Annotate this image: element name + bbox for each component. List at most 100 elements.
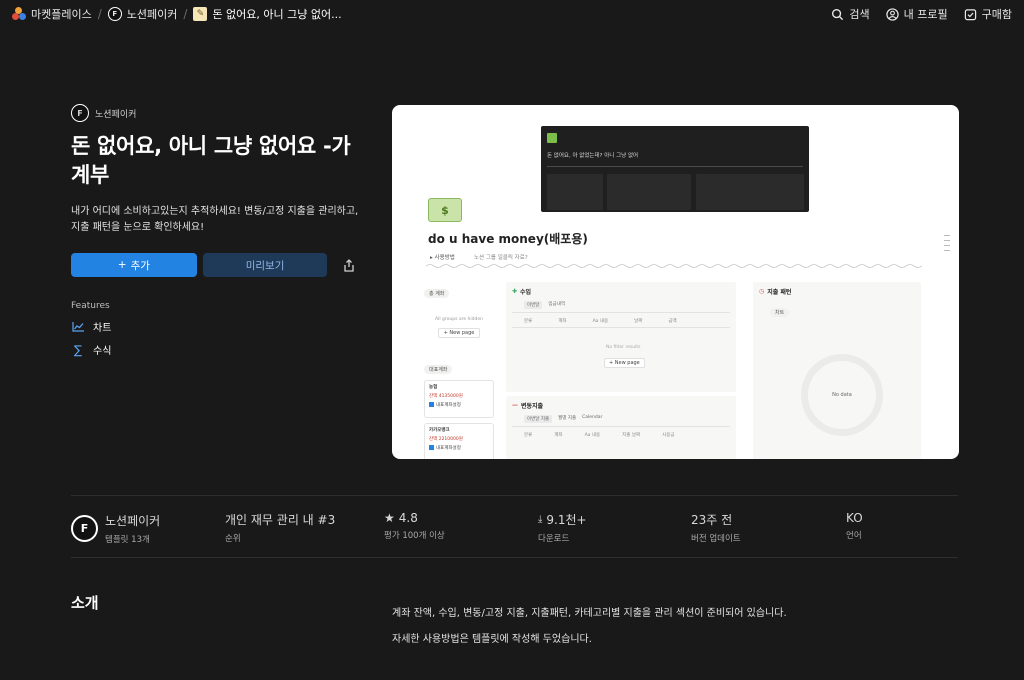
preview-no-filter: No filter results (606, 345, 641, 350)
top-nav: 마켓플레이스 / F 노션페이커 / ✎ 돈 없어요, 아니 그냥 없어... … (0, 0, 1024, 28)
creator-logo-icon: F (107, 7, 122, 21)
preview-new-page: + New page (438, 328, 480, 338)
column-header: 분류 (524, 433, 533, 438)
account-tag: 내표계좌설정 (436, 403, 461, 408)
preview-chip: 차트 (770, 308, 790, 317)
preview-donut-chart: No data (801, 354, 883, 436)
clock-icon: ◷ (759, 288, 765, 295)
account-name: 농협 (429, 385, 438, 390)
account-amount: 잔액 2210000원 (429, 437, 463, 442)
profile-button[interactable]: 내 프로필 (885, 6, 948, 22)
panel-tab: Calendar (582, 415, 603, 420)
stat-label: 다운로드 (538, 534, 570, 544)
stat-value: 9.1천+ (546, 513, 587, 527)
preview-page-title: do u have money(배포용) (428, 232, 588, 246)
breadcrumb-current[interactable]: ✎ 돈 없어요, 아니 그냥 없어... (193, 6, 342, 22)
memo-icon: ✎ (193, 7, 208, 21)
preview-income-title: ✚ 수입 (512, 287, 531, 296)
panel-divider (512, 327, 730, 328)
preview-income-columns: 분류 계좌 Aa 내용 날짜 금액 (524, 318, 677, 324)
stat-label: 평가 100개 이상 (384, 531, 445, 541)
column-header: 계좌 (554, 433, 563, 438)
account-amount: 잔액 4135000원 (429, 394, 463, 399)
stat-value: 4.8 (398, 511, 418, 525)
preview-chip: 대표계좌 (424, 365, 453, 374)
stats-divider (71, 495, 958, 496)
preview-mini-divider (547, 166, 803, 167)
marketplace-logo-icon (12, 7, 26, 21)
column-header: 금액 (668, 319, 677, 324)
panel-title-label: 변동지출 (521, 403, 544, 410)
breadcrumb-label: 마켓플레이스 (31, 8, 92, 21)
preview-mini-title: 돈 없어요, 아 없었는데? 아니 그냥 없어 (547, 153, 639, 159)
preview-button[interactable]: 미리보기 (202, 253, 328, 277)
preview-chip: 총 계좌 (424, 289, 450, 298)
panel-divider (512, 312, 730, 313)
intro-paragraph: 계좌 잔액, 수입, 변동/고정 지출, 지출패턴, 카테고리별 지출을 관리 … (392, 608, 787, 619)
preview-dark-thumbnail: 돈 없어요, 아 없었는데? 아니 그냥 없어 (541, 126, 809, 212)
purchases-label: 구매함 (981, 8, 1012, 21)
column-header: Aa 내용 (592, 319, 609, 324)
preview-outline (944, 235, 950, 255)
action-buttons: + 추가 미리보기 (71, 253, 361, 277)
money-bag-icon: $ (428, 198, 462, 222)
page-title: 돈 없어요, 아니 그냥 없어요 -가계부 (71, 134, 351, 187)
plus-icon: + (117, 259, 127, 271)
breadcrumb-label: 돈 없어요, 아니 그냥 없어... (212, 8, 342, 21)
creator-name: 노션페이커 (95, 109, 137, 120)
search-button[interactable]: 검색 (831, 6, 870, 22)
template-preview-image[interactable]: 돈 없어요, 아 없었는데? 아니 그냥 없어 $ do u have mone… (392, 105, 959, 459)
search-label: 검색 (849, 8, 870, 21)
preview-variable-title: — 변동지출 (512, 401, 543, 410)
purchase-check-icon (964, 8, 976, 20)
panel-divider (512, 426, 730, 427)
preview-wave-divider (426, 264, 922, 268)
download-icon: ⤓ (538, 514, 543, 525)
user-icon (885, 7, 899, 21)
panel-tab: 이번달 (524, 301, 543, 309)
preview-account-card: 카카오뱅크 잔액 2210000원 내표계좌설정 (424, 423, 494, 459)
column-header: 사용금 (662, 433, 675, 438)
search-icon (832, 8, 844, 20)
breadcrumb-marketplace[interactable]: 마켓플레이스 (12, 6, 92, 22)
star-icon: ★ (384, 511, 395, 525)
preview-income-tabs: 이번달 입금내역 (524, 301, 565, 309)
stat-downloads: ⤓ 9.1천+ 다운로드 (538, 511, 587, 544)
preview-mini-block (547, 174, 603, 210)
stat-rank[interactable]: 개인 재무 관리 내 #3 순위 (225, 511, 335, 544)
stat-label: 버전 업데이트 (691, 534, 741, 544)
preview-pattern-title: ◷ 지출 패턴 (759, 287, 791, 296)
preview-income-panel (506, 282, 736, 392)
add-button[interactable]: + 추가 (71, 253, 197, 277)
column-header: 분류 (524, 319, 533, 324)
preview-new-page: + New page (604, 358, 645, 368)
chart-icon (71, 320, 85, 334)
intro-heading: 소개 (71, 594, 99, 612)
purchases-button[interactable]: 구매함 (964, 6, 1012, 22)
panel-title-label: 지출 패턴 (767, 289, 792, 296)
preview-mini-block (607, 174, 691, 210)
panel-tab: 입금내역 (548, 302, 565, 307)
stat-rating: ★ 4.8 평가 100개 이상 (384, 511, 445, 541)
template-info: F 노션페이커 돈 없어요, 아니 그냥 없어요 -가계부 내가 어디에 소비하… (71, 104, 361, 357)
profile-label: 내 프로필 (903, 8, 948, 21)
stat-creator[interactable]: F 노션페이커 템플릿 13개 (71, 512, 160, 545)
share-button[interactable] (337, 253, 361, 277)
sigma-icon: ∑ (73, 342, 83, 357)
preview-toggle: ▸ 사용방법 (430, 255, 455, 261)
breadcrumb: 마켓플레이스 / F 노션페이커 / ✎ 돈 없어요, 아니 그냥 없어... (12, 6, 342, 22)
template-description: 내가 어디에 소비하고있는지 추적하세요! 변동/고정 지출을 관리하고, 지출… (71, 206, 359, 233)
add-button-label: 추가 (130, 259, 150, 272)
column-header: Aa 내용 (584, 433, 601, 438)
creator-link[interactable]: F 노션페이커 (71, 104, 361, 122)
creator-logo-icon: F (71, 515, 98, 542)
preview-hint: All groups are hidden (435, 317, 483, 322)
breadcrumb-creator[interactable]: F 노션페이커 (107, 6, 177, 22)
no-data-label: No data (832, 392, 852, 398)
preview-account-card: 농협 잔액 4135000원 내표계좌설정 (424, 380, 494, 418)
stat-value: KO (846, 511, 863, 525)
intro-paragraph: 자세한 사용방법은 템플릿에 작성해 두었습니다. (392, 634, 592, 645)
stat-value: 23주 전 (691, 513, 733, 527)
feature-chart: 차트 (71, 319, 361, 334)
stat-updated: 23주 전 버전 업데이트 (691, 511, 741, 544)
